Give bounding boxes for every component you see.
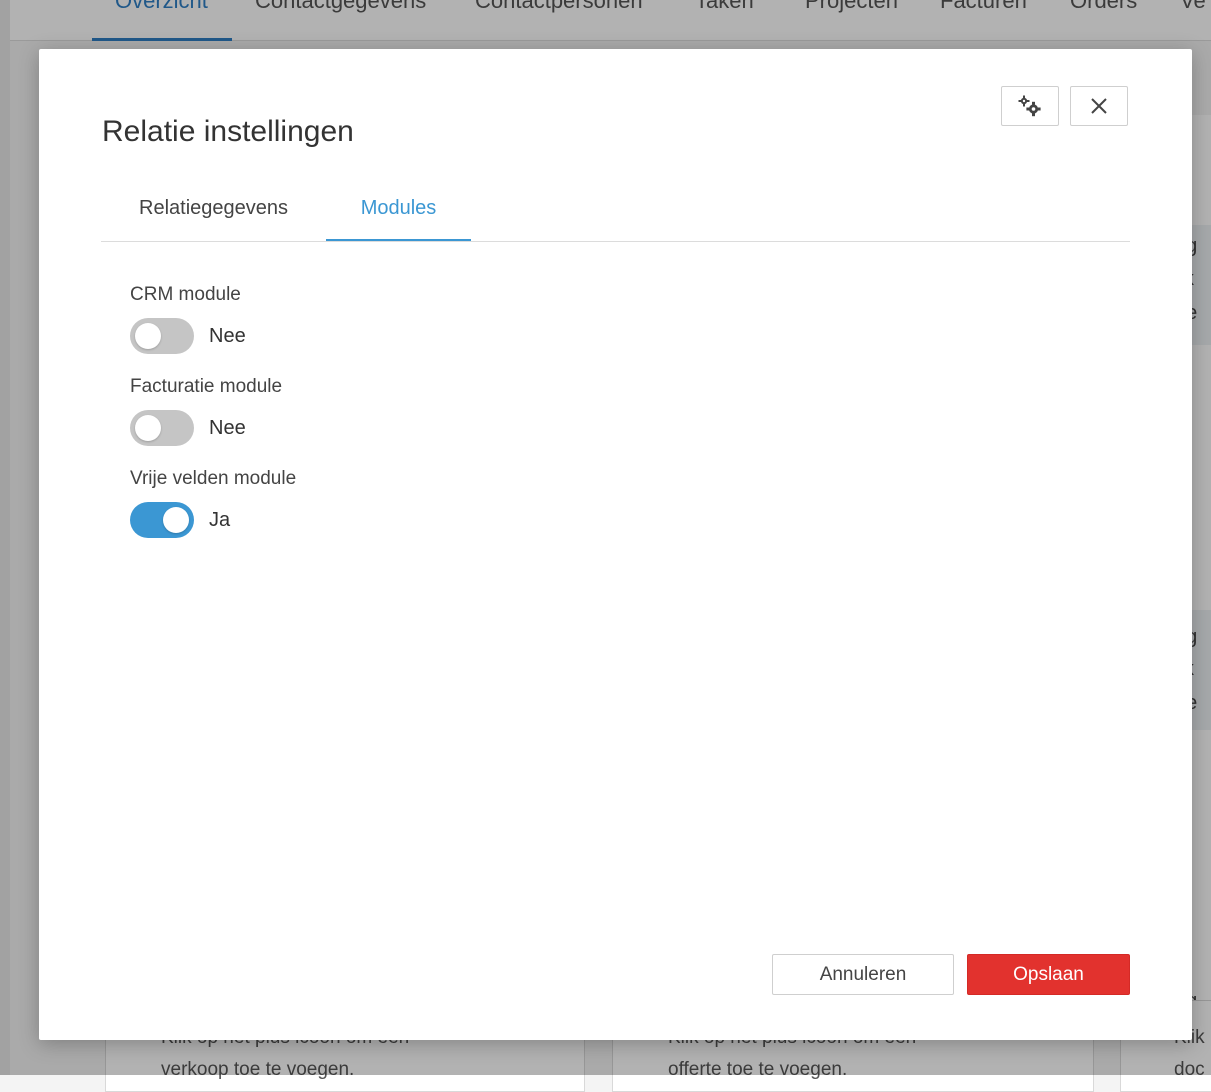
toggle-knob [135,415,161,441]
facturatie-module-label: Facturatie module [130,376,283,397]
crm-module-toggle[interactable] [130,318,194,354]
modal-title: Relatie instellingen [102,115,354,148]
facturatie-module-value: Nee [209,416,246,439]
vrije-velden-module-label: Vrije velden module [130,468,297,489]
crm-module-label: CRM module [130,284,241,305]
tab-modules[interactable]: Modules [326,191,471,241]
settings-button[interactable] [1001,86,1059,126]
tab-relatiegegevens[interactable]: Relatiegegevens [101,191,326,240]
close-icon [1091,98,1107,114]
crm-module-value: Nee [209,324,246,347]
vrije-velden-module-value: Ja [209,508,231,531]
toggle-knob [163,507,189,533]
cancel-button[interactable]: Annuleren [772,954,954,995]
modal-tabs: Relatiegegevens Modules [101,191,1130,242]
close-button[interactable] [1070,86,1128,126]
vrije-velden-module-toggle[interactable] [130,502,194,538]
vrije-velden-module-field: Vrije velden module Ja [130,468,296,538]
save-button[interactable]: Opslaan [967,954,1130,995]
crm-module-field: CRM module Nee [130,284,246,354]
relation-settings-modal: Relatie instellingen Relatiegegevens Mod… [39,49,1192,1040]
toggle-knob [135,323,161,349]
facturatie-module-toggle[interactable] [130,410,194,446]
gears-icon [1018,95,1041,117]
facturatie-module-field: Facturatie module Nee [130,376,282,446]
